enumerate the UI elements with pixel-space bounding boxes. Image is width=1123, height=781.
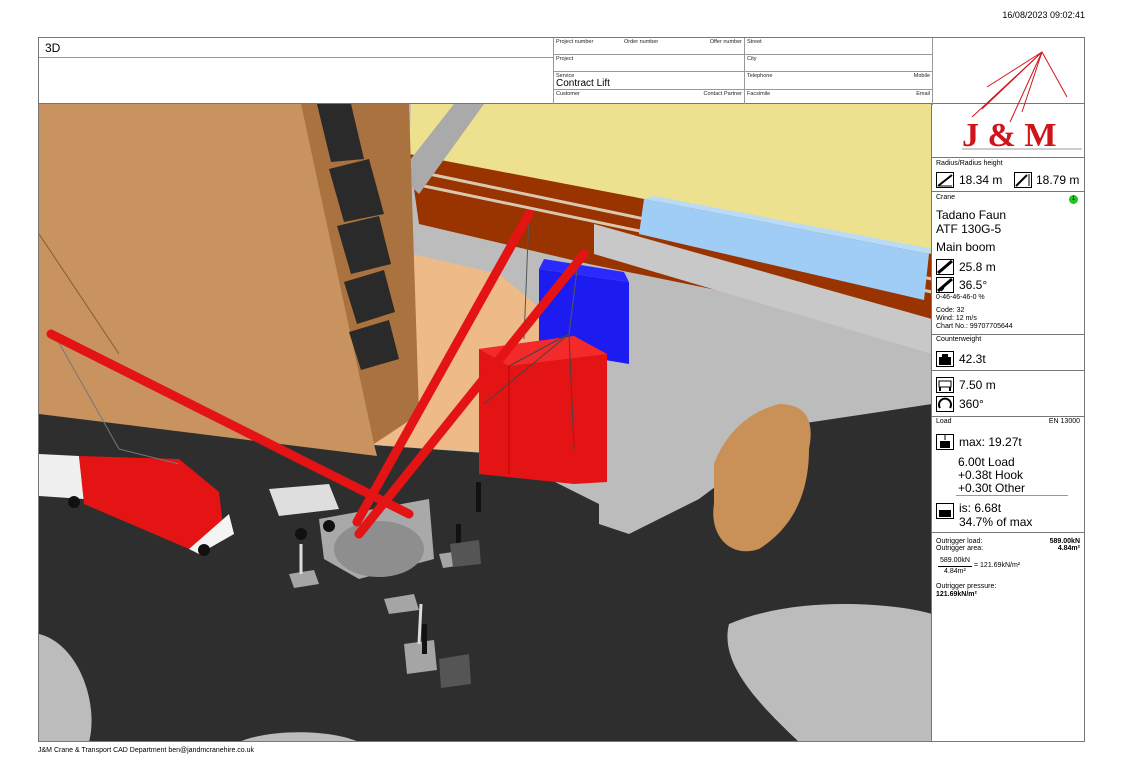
boom-angle-icon [936, 277, 954, 293]
load-section: Load EN 13000 max: 19.27t 6.00t Load +0.… [932, 416, 1084, 533]
actual-load-icon [936, 503, 954, 519]
load-label: Load [936, 418, 952, 425]
contact-info-cell: Street City Telephone Mobile Facsimile E… [744, 38, 933, 105]
truck-cab [39, 454, 84, 499]
other-weight: +0.30t Other [958, 481, 1026, 495]
radius-value: 18.34 m [959, 173, 1003, 187]
crane-section: Crane 1 Tadano Faun ATF 130G-5 Main boom… [932, 191, 1084, 335]
email-label: Email [916, 91, 930, 97]
sidebar-panel: J & M Radius/Radius height 18.34 m 18.79… [931, 51, 1085, 743]
offer-number-label: Offer number [709, 39, 742, 45]
wind-speed: Wind: 12 m/s [936, 315, 977, 322]
timestamp: 16/08/2023 09:02:41 [1002, 10, 1085, 20]
actual-load: is: 6.68t [959, 501, 1002, 515]
crane-turntable [334, 521, 424, 577]
boom-type: Main boom [936, 240, 996, 254]
crane-make: Tadano Faun [936, 208, 1007, 222]
crane-model: ATF 130G-5 [936, 222, 1002, 236]
logo-section: J & M [932, 37, 1084, 157]
radius-label: Radius/Radius height [936, 160, 1003, 167]
counterweight-label: Counterweight [936, 336, 982, 343]
counterweight-section: Counterweight 42.3t [932, 334, 1084, 371]
project-info-cell: Project number Order number Offer number… [553, 38, 745, 105]
outrigger-base-section: 7.50 m 360° [932, 370, 1084, 417]
contact-partner-label: Contact Partner [703, 91, 742, 97]
3d-view[interactable] [38, 104, 931, 742]
outrigger-section: Outrigger load: 589.00kN Outrigger area:… [932, 532, 1084, 743]
radius-height-icon [1014, 172, 1032, 188]
facsimile-label: Facsimile [747, 91, 771, 97]
load-weight: 6.00t Load [958, 455, 1015, 469]
telephone-label: Telephone [747, 73, 773, 79]
project-label: Project [556, 56, 574, 62]
outrigger-area-value: 4.84m² [1057, 545, 1080, 552]
service-value: Contract Lift [556, 78, 610, 89]
slew-angle-icon [936, 396, 954, 412]
slew-angle-value: 360° [959, 397, 984, 411]
project-number-label: Project number [556, 39, 594, 45]
fraction-denominator: 4.84m² [944, 568, 966, 575]
outrigger-span-value: 7.50 m [959, 378, 996, 392]
outrigger-area-label: Outrigger area: [936, 545, 984, 552]
street-label: Street [747, 39, 762, 45]
fraction-numerator: 589.00kN [940, 557, 970, 564]
3d-scene [39, 104, 931, 741]
max-load: max: 19.27t [959, 435, 1022, 449]
logo-text: J & M [962, 117, 1057, 154]
city-label: City [747, 56, 757, 62]
outrigger-pressure-value: 121.69kN/m² [936, 591, 977, 598]
crane-label: Crane [936, 194, 956, 201]
load-percent: 34.7% of max [959, 515, 1033, 529]
max-load-icon [936, 434, 954, 450]
crane-code: Code: 32 [936, 307, 965, 314]
load-standard: EN 13000 [1048, 418, 1080, 425]
view-title: 3D [45, 41, 61, 55]
outrigger-load-value: 589.00kN [1049, 538, 1080, 545]
title-block: 3D Project number Order number Offer num… [38, 37, 1085, 105]
counterweight-icon [936, 351, 954, 367]
radius-icon [936, 172, 954, 188]
outrigger-span-icon [936, 377, 954, 393]
telescoping-mode: 0-46-46-46-0 % [936, 294, 985, 301]
mobile-label: Mobile [913, 73, 930, 79]
boom-length: 25.8 m [959, 260, 996, 274]
fraction-result: = 121.69kN/m² [974, 562, 1021, 569]
radius-height-value: 18.79 m [1036, 173, 1080, 187]
boom-length-icon [936, 259, 954, 275]
outrigger-load-label: Outrigger load: [936, 538, 983, 545]
boom-angle: 36.5° [959, 278, 988, 292]
order-number-label: Order number [624, 39, 659, 45]
view-title-cell: 3D [39, 38, 553, 58]
hook-weight: +0.38t Hook [958, 468, 1024, 482]
chart-number: Chart No.: 99707705644 [936, 323, 1013, 330]
radius-section: Radius/Radius height 18.34 m 18.79 m [932, 157, 1084, 192]
customer-label: Customer [556, 91, 580, 97]
counterweight-value: 42.3t [959, 352, 986, 366]
crane-status-badge: 1 [1069, 195, 1078, 204]
outrigger-pressure-label: Outrigger pressure: [936, 583, 997, 590]
footer-credit: J&M Crane & Transport CAD Department ben… [38, 747, 255, 754]
